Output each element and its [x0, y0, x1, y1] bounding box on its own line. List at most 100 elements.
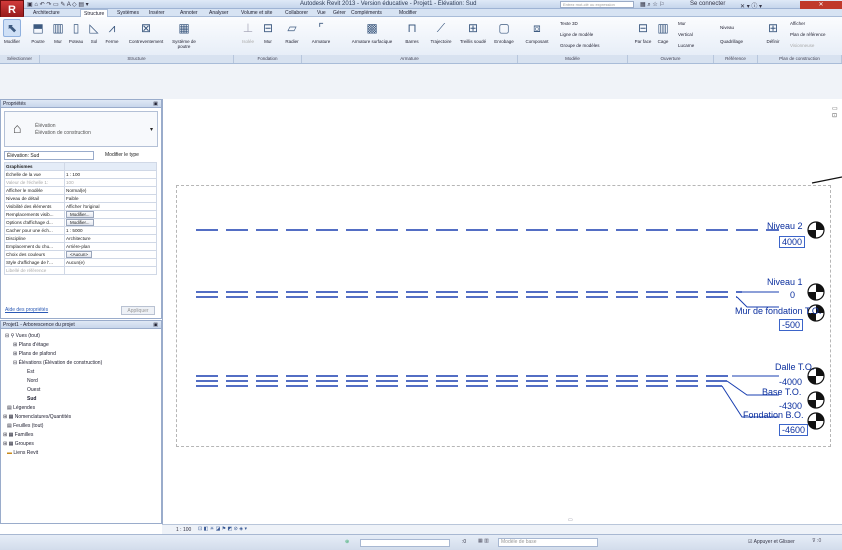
- tab-inserer[interactable]: Insérer: [146, 9, 168, 17]
- tree-views[interactable]: ⊟ ⚲ Vues (tout): [5, 333, 40, 339]
- property-value[interactable]: 1 : 5000: [64, 226, 157, 235]
- property-row[interactable]: Valeur de l'échelle 1: 100: [4, 178, 157, 187]
- property-row[interactable]: Style d'affichage de l'... Aucun(e): [4, 258, 157, 267]
- tree-sud[interactable]: Sud: [27, 396, 36, 402]
- workset-field[interactable]: [360, 539, 450, 547]
- tree-schedules[interactable]: ⊞ ▦ Nomenclatures/Quantités: [3, 414, 71, 420]
- tree-groups[interactable]: ⊞ ▦ Groupes: [3, 441, 34, 447]
- property-row[interactable]: Remplacements visib... Modifier...: [4, 210, 157, 219]
- close-icon[interactable]: ▣: [153, 321, 158, 329]
- level-name-mur-fondation[interactable]: Mur de fondation T.O.: [735, 306, 821, 316]
- property-row[interactable]: Choix des couleurs <Aucun>: [4, 250, 157, 259]
- viewer-button[interactable]: Visionneuse: [790, 43, 814, 48]
- tree-nord[interactable]: Nord: [27, 378, 38, 384]
- tree-ouest[interactable]: Ouest: [27, 387, 40, 393]
- modify-button[interactable]: ⬉ Modifier: [0, 19, 24, 44]
- level-elev-niveau1[interactable]: 0: [790, 290, 795, 300]
- property-value[interactable]: Aucun(e): [64, 258, 157, 267]
- area-rebar-button[interactable]: ▩ Armature surfacique: [348, 19, 396, 44]
- grid-button[interactable]: Quadrillage: [720, 39, 743, 44]
- wall-foundation-button[interactable]: ⊟ Mur: [256, 19, 280, 44]
- quick-access-toolbar[interactable]: ▣ ⌂ ↶ ↷ ▭ ✎ A ◇ ▤ ▾: [27, 1, 89, 8]
- tree-elevations[interactable]: ⊟ Élévations (Élévation de construction): [13, 360, 102, 366]
- window-close-button[interactable]: ✕: [800, 1, 842, 9]
- by-face-button[interactable]: ⊟ Par face: [632, 19, 654, 44]
- level-name-dalle[interactable]: Dalle T.O.: [775, 362, 814, 372]
- tree-est[interactable]: Est: [27, 369, 34, 375]
- property-value[interactable]: [64, 266, 157, 275]
- search-input[interactable]: Entrez mot-clé ou expression: [560, 1, 634, 8]
- property-row[interactable]: Emplacement du chu... Arrière-plan: [4, 242, 157, 251]
- bars-button[interactable]: ⊓ Barres: [400, 19, 424, 44]
- property-row[interactable]: Cacher pour une éch... 1 : 5000: [4, 226, 157, 235]
- type-selector[interactable]: ⌂ Élévation Élévation de construction ▾: [4, 111, 158, 147]
- text3d-button[interactable]: Texte 3D: [560, 21, 578, 26]
- signin-link[interactable]: Se connecter: [690, 1, 725, 8]
- apply-button[interactable]: Appliquer: [121, 306, 155, 315]
- model-group-button[interactable]: Groupe de modèles: [560, 43, 600, 48]
- scrollbar-handle[interactable]: ▭: [568, 517, 573, 523]
- tab-modifier[interactable]: Modifier: [396, 9, 420, 17]
- tab-vue[interactable]: Vue: [314, 9, 329, 17]
- slab-button[interactable]: ▱ Radier: [280, 19, 304, 44]
- property-value[interactable]: 100: [64, 178, 157, 187]
- chevron-down-icon[interactable]: ▾: [150, 126, 153, 133]
- brace-button[interactable]: ⊠ Contreventement: [128, 19, 164, 44]
- tab-annoter[interactable]: Annoter: [177, 9, 201, 17]
- view-select[interactable]: Élévation: Sud: [4, 151, 94, 160]
- property-value[interactable]: Modifier...: [64, 218, 157, 227]
- set-workplane-button[interactable]: ⊞ Définir: [762, 19, 784, 44]
- property-row[interactable]: Visibilité des éléments Afficher l'origin…: [4, 202, 157, 211]
- tree-sheets[interactable]: ▤ Feuilles (tout): [7, 423, 43, 429]
- cover-button[interactable]: ▢ Enrobage: [490, 19, 518, 44]
- help-icon[interactable]: ✕ ▾ ⓘ ▾: [740, 1, 762, 10]
- level-button[interactable]: Niveau: [720, 25, 734, 30]
- tree-revit-links[interactable]: ▬ Liens Revit: [7, 450, 38, 456]
- property-row[interactable]: Graphismes: [4, 162, 157, 171]
- property-edit-button[interactable]: Modifier...: [66, 211, 94, 218]
- vertical-button[interactable]: Vertical: [678, 32, 693, 37]
- group-armature[interactable]: Armature: [302, 55, 518, 63]
- property-value[interactable]: Modifier...: [64, 210, 157, 219]
- ref-plane-button[interactable]: Plan de référence: [790, 32, 826, 37]
- tab-volume[interactable]: Volume et site: [238, 9, 275, 17]
- base-model-select[interactable]: Modèle de base: [498, 538, 598, 547]
- tab-complements[interactable]: Compléments: [348, 9, 385, 17]
- workset-icon[interactable]: ⊕: [345, 539, 349, 545]
- rebar-button[interactable]: ⌜ Armature: [306, 19, 336, 44]
- level-name-niveau2[interactable]: Niveau 2: [767, 221, 803, 231]
- tree-ceiling-plans[interactable]: ⊞ Plans de plafond: [13, 351, 56, 357]
- property-value[interactable]: Arrière-plan: [64, 242, 157, 251]
- property-value[interactable]: 1 : 100: [64, 170, 157, 179]
- show-workplane-button[interactable]: Afficher: [790, 21, 805, 26]
- property-value[interactable]: [64, 162, 157, 171]
- dormer-button[interactable]: Lucarne: [678, 43, 694, 48]
- property-row[interactable]: Niveau de détail Faible: [4, 194, 157, 203]
- property-edit-button[interactable]: <Aucun>: [66, 251, 93, 258]
- property-value[interactable]: Normal(e): [64, 186, 157, 195]
- beam-system-button[interactable]: ▦ Système de poutre: [168, 19, 200, 49]
- property-row[interactable]: Afficher le modèle Normal(e): [4, 186, 157, 195]
- view-control-icons[interactable]: ⊡ ◧ ☀ ◪ ⚑ ◩ ⊘ ◈ ▾: [198, 526, 247, 532]
- level-name-niveau1[interactable]: Niveau 1: [767, 277, 803, 287]
- tab-collaborer[interactable]: Collaborer: [282, 9, 311, 17]
- view-scale[interactable]: 1 : 100: [176, 527, 191, 533]
- tab-structure[interactable]: Structure: [80, 9, 109, 17]
- property-value[interactable]: Afficher l'original: [64, 202, 157, 211]
- property-row[interactable]: Échelle de la vue 1 : 100: [4, 170, 157, 179]
- truss-button[interactable]: ⩘ Ferme: [100, 19, 124, 45]
- filter-icon[interactable]: ⊽ :0: [812, 538, 821, 544]
- property-value[interactable]: <Aucun>: [64, 250, 157, 259]
- property-value[interactable]: Architecture: [64, 234, 157, 243]
- group-selectionner[interactable]: Sélectionner: [0, 55, 40, 63]
- tree-families[interactable]: ⊞ ▦ Familles: [3, 432, 33, 438]
- opening-wall-button[interactable]: Mur: [678, 21, 686, 26]
- property-row[interactable]: Libellé de référence: [4, 266, 157, 275]
- property-row[interactable]: Options d'affichage d... Modifier...: [4, 218, 157, 227]
- edit-type-button[interactable]: Modifier le type: [97, 151, 159, 160]
- level-elev-fondation[interactable]: -4600: [779, 424, 809, 436]
- tab-systemes[interactable]: Systèmes: [114, 9, 142, 17]
- model-line-button[interactable]: Ligne de modèle: [560, 32, 593, 37]
- property-value[interactable]: Faible: [64, 194, 157, 203]
- level-elev-mur-fondation[interactable]: -500: [779, 319, 804, 331]
